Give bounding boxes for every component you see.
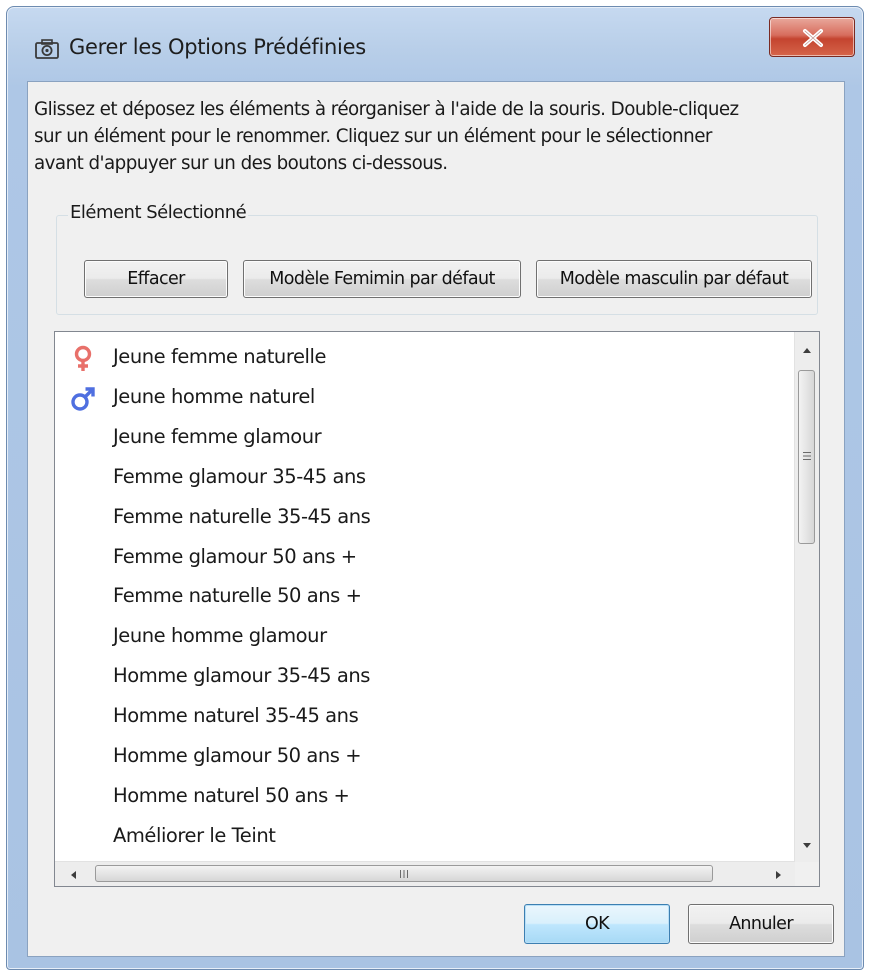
list-item[interactable]: Jeune femme glamour [55,419,795,459]
presets-listbox[interactable]: Jeune femme naturelle Jeune homme naturel… [54,331,820,887]
list-item-label: Femme glamour 50 ans + [113,544,357,568]
scroll-grip-icon [803,452,811,460]
vertical-scrollbar[interactable] [794,332,819,862]
list-item-label: Jeune femme glamour [113,424,322,448]
female-symbol-icon [74,345,92,371]
groupbox-label: Elément Sélectionné [68,202,249,223]
dialog-client-area: Glissez et déposez les éléments à réorga… [27,81,845,957]
close-x-icon [803,29,823,47]
scrollbar-corner [795,862,819,886]
title-bar[interactable]: Gerer les Options Prédéfinies [7,7,863,79]
scroll-grip-icon [400,870,408,878]
list-item-label: Homme naturel 35-45 ans [113,704,359,728]
list-item[interactable]: Jeune femme naturelle [55,339,795,379]
close-button[interactable] [769,17,855,57]
list-item-label: Homme naturel 50 ans + [113,783,350,807]
list-item[interactable]: Jeune homme naturel [55,379,795,419]
horizontal-scrollbar[interactable] [55,861,795,886]
female-default-button[interactable]: Modèle Femimin par défaut [243,260,521,298]
scroll-right-arrow-icon[interactable] [775,869,783,881]
window-title: Gerer les Options Prédéfinies [69,35,366,59]
list-item-label: Jeune homme glamour [113,624,327,648]
list-item-label: Jeune homme naturel [113,384,315,408]
list-item[interactable]: Femme glamour 35-45 ans [55,459,795,499]
male-default-button[interactable]: Modèle masculin par défaut [536,260,812,298]
list-item-label: Femme naturelle 50 ans + [113,584,362,608]
list-item[interactable]: Femme glamour 50 ans + [55,539,795,579]
cancel-button[interactable]: Annuler [688,904,834,944]
list-item[interactable]: Homme glamour 50 ans + [55,738,795,778]
list-item-label: Jeune femme naturelle [113,345,326,368]
list-item[interactable]: Jeune homme glamour [55,618,795,658]
presets-list: Jeune femme naturelle Jeune homme naturel… [55,332,795,862]
horizontal-scroll-thumb[interactable] [95,865,713,882]
list-item[interactable]: Femme naturelle 35-45 ans [55,499,795,539]
dialog-window: Gerer les Options Prédéfinies Glissez et… [6,6,864,970]
scroll-left-arrow-icon[interactable] [69,869,77,881]
list-item-label: Homme glamour 50 ans + [113,744,362,767]
scroll-up-arrow-icon[interactable] [801,346,813,354]
list-item-label: Améliorer le Teint [113,823,276,847]
list-item[interactable]: Homme glamour 35-45 ans [55,658,795,698]
camera-icon [35,39,59,59]
list-item-label: Homme glamour 35-45 ans [113,664,371,688]
vertical-scroll-thumb[interactable] [798,370,815,544]
list-item[interactable]: Homme naturel 50 ans + [55,778,795,818]
list-item[interactable]: Homme naturel 35-45 ans [55,698,795,738]
male-symbol-icon [71,387,95,411]
instructions-text: Glissez et déposez les éléments à réorga… [34,99,739,174]
ok-button[interactable]: OK [524,904,670,944]
list-item[interactable]: Améliorer le Teint [55,818,795,858]
clear-button[interactable]: Effacer [84,260,228,298]
list-item-label: Femme naturelle 35-45 ans [113,504,371,528]
list-item[interactable]: Femme naturelle 50 ans + [55,578,795,618]
scroll-down-arrow-icon[interactable] [801,842,813,850]
list-item-label: Femme glamour 35-45 ans [113,464,366,488]
